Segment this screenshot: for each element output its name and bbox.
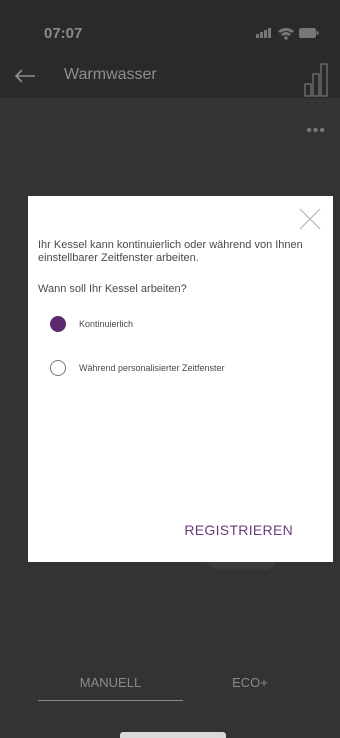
option-kontinuierlich[interactable]: Kontinuierlich bbox=[50, 314, 133, 334]
mode-dialog: Ihr Kessel kann kontinuierlich oder währ… bbox=[28, 196, 333, 562]
radio-selected-icon[interactable] bbox=[50, 316, 66, 332]
battery-icon bbox=[299, 28, 319, 38]
wifi-icon bbox=[278, 28, 294, 40]
signal-strength-icon[interactable] bbox=[304, 58, 330, 98]
app-bar: Warmwasser bbox=[0, 58, 340, 98]
option-zeitfenster[interactable]: Während personalisierter Zeitfenster bbox=[50, 358, 225, 378]
register-button[interactable]: REGISTRIEREN bbox=[184, 522, 293, 538]
radio-unselected-icon[interactable] bbox=[50, 360, 66, 376]
dialog-message: Ihr Kessel kann kontinuierlich oder währ… bbox=[38, 239, 303, 264]
tab-manuell[interactable]: MANUELL bbox=[38, 675, 183, 690]
dialog-question: Wann soll Ihr Kessel arbeiten? bbox=[38, 283, 187, 295]
arrow-left-icon[interactable] bbox=[14, 68, 36, 84]
status-time: 07:07 bbox=[44, 25, 83, 42]
page-title: Warmwasser bbox=[64, 66, 157, 83]
home-indicator bbox=[120, 732, 226, 738]
option-label: Kontinuierlich bbox=[79, 319, 134, 329]
tab-active-indicator bbox=[38, 700, 183, 701]
status-bar: 07:07 bbox=[0, 0, 340, 58]
option-label: Während personalisierter Zeitfenster bbox=[79, 363, 225, 373]
tab-eco-plus[interactable]: ECO+ bbox=[210, 675, 290, 690]
signal-icon bbox=[256, 28, 271, 38]
close-icon[interactable] bbox=[299, 208, 321, 230]
more-menu-icon[interactable]: ••• bbox=[306, 122, 326, 140]
status-icons bbox=[256, 28, 319, 40]
